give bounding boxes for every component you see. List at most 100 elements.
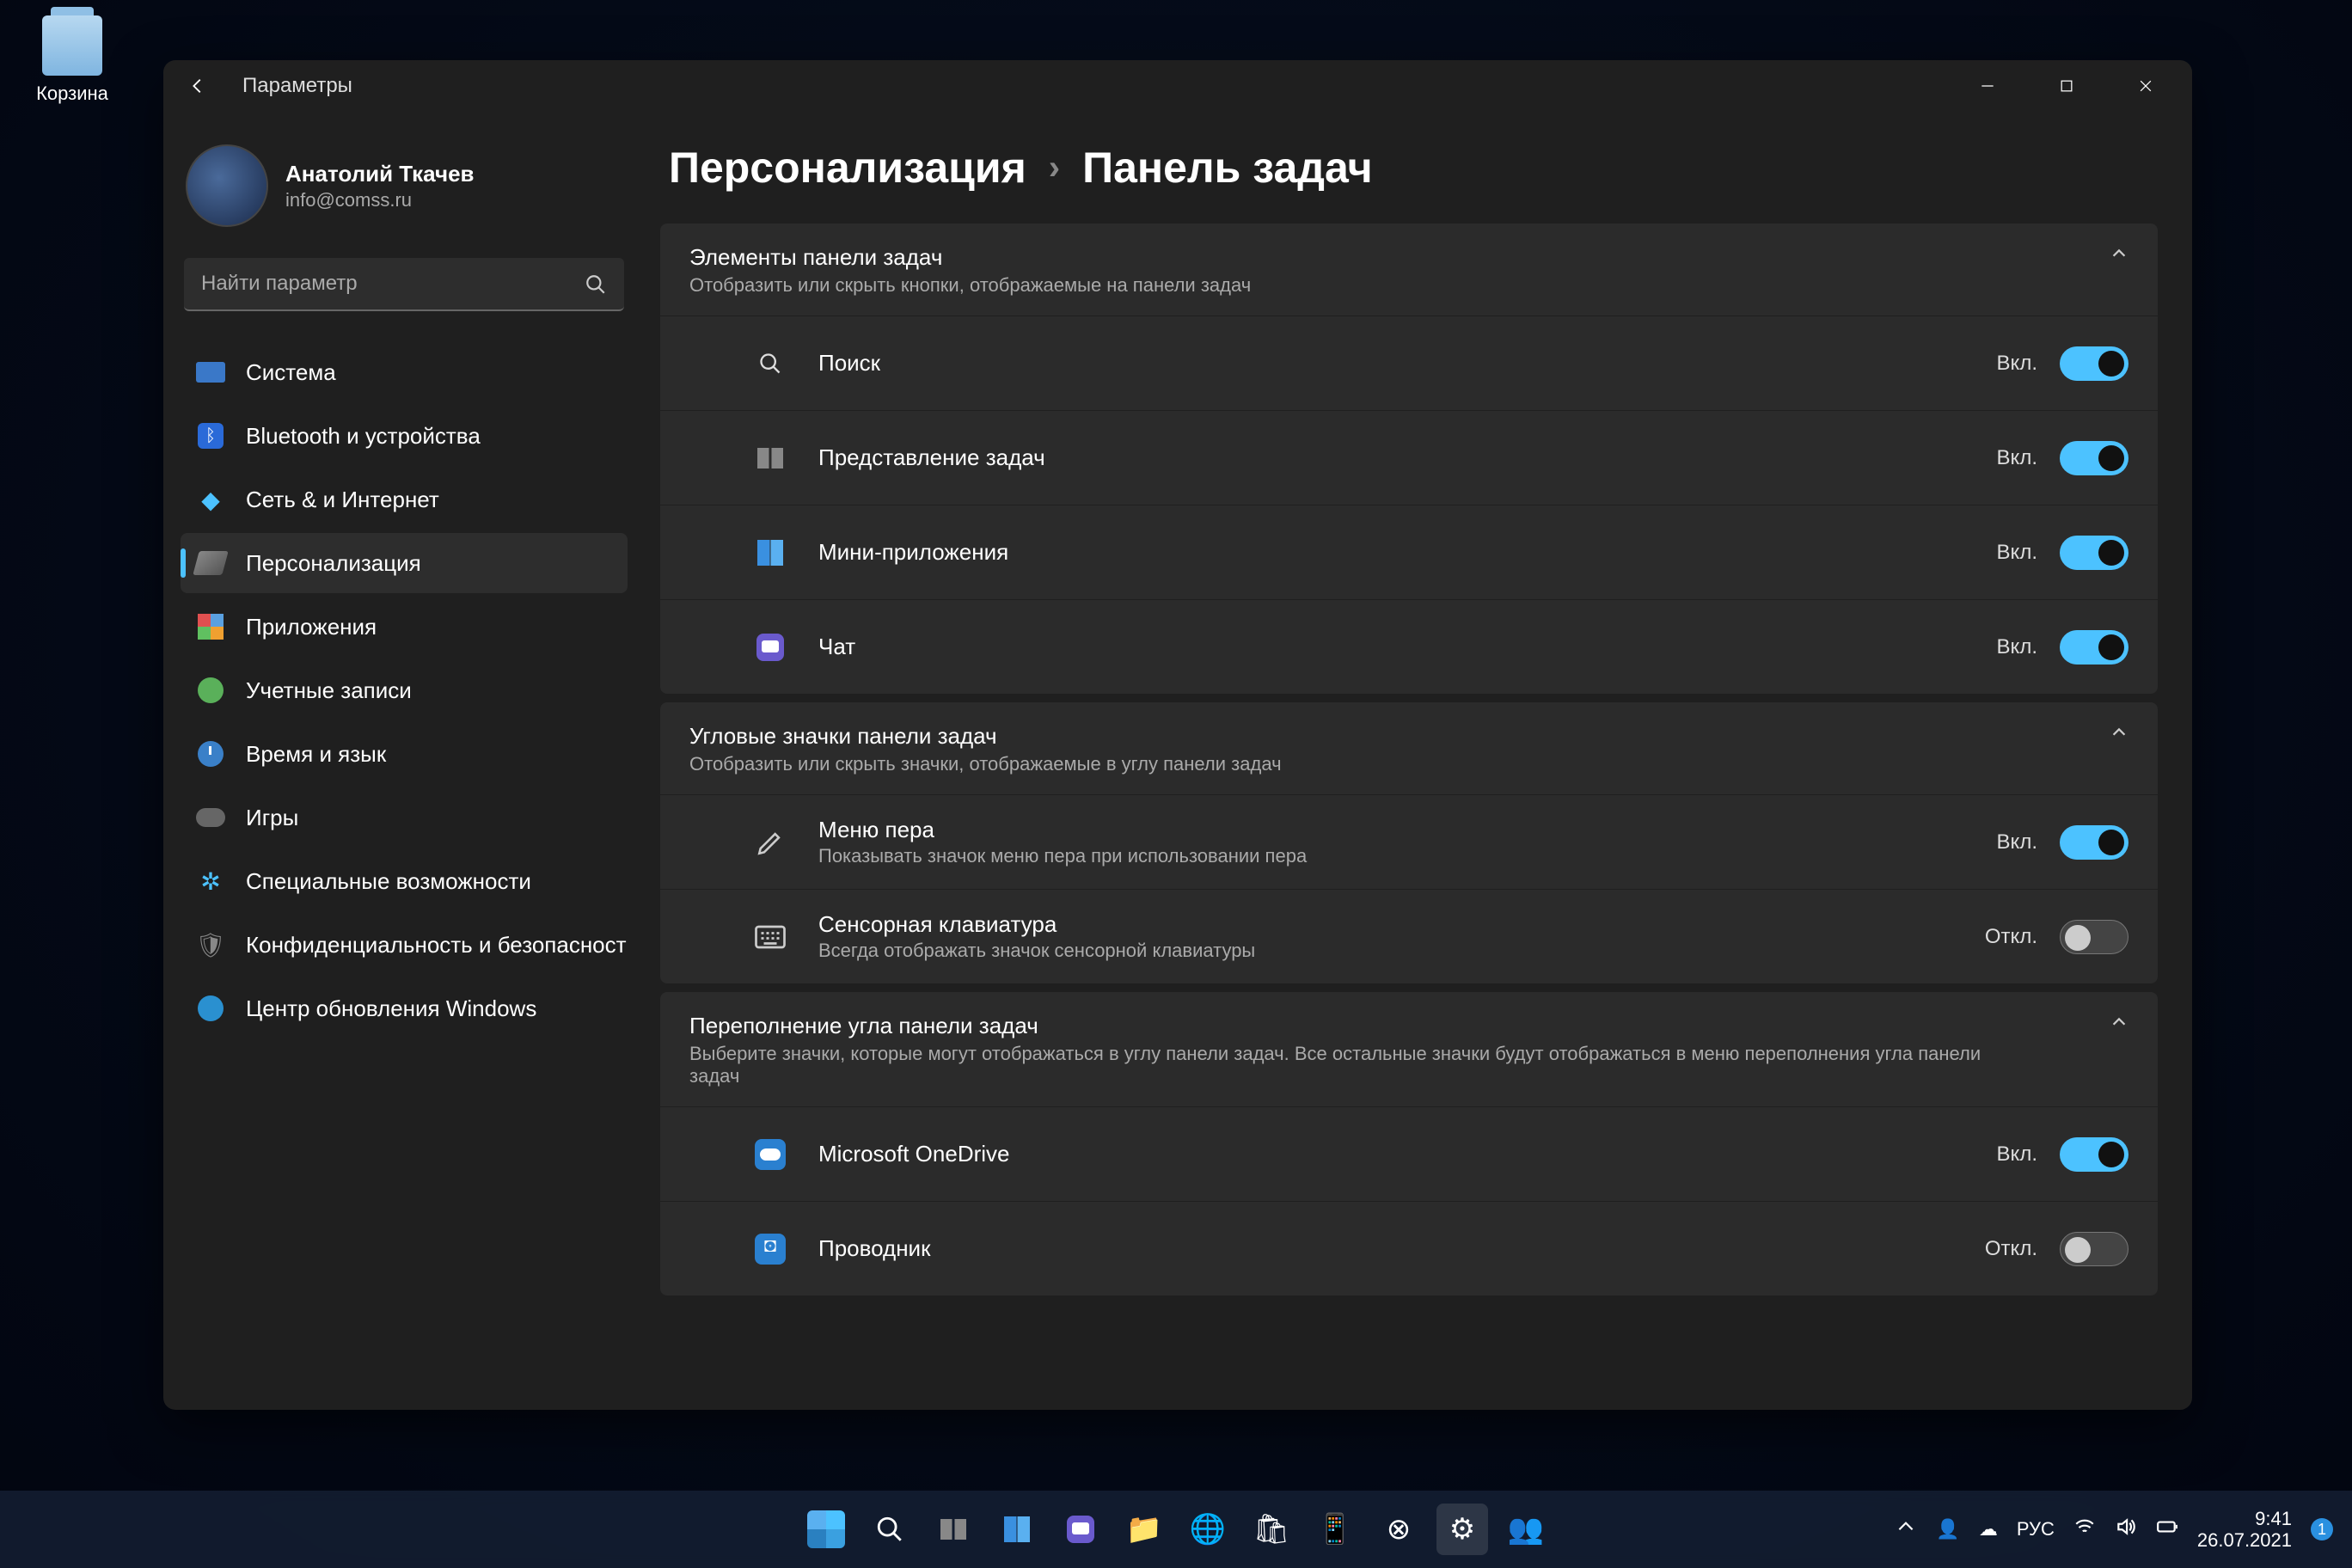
taskbar-center-icons: 📁 🌐 🛍 📱 ⊗ ⚙ 👥 bbox=[800, 1504, 1552, 1555]
display-icon bbox=[196, 362, 225, 383]
titlebar: Параметры bbox=[163, 60, 2192, 112]
toggle-state: Вкл. bbox=[1997, 541, 2037, 565]
panel-corner-icons: Угловые значки панели задач Отобразить и… bbox=[660, 702, 2158, 983]
taskbar-store[interactable]: 🛍 bbox=[1246, 1504, 1297, 1555]
close-button[interactable] bbox=[2106, 62, 2185, 110]
panel-corner-overflow: Переполнение угла панели задач Выберите … bbox=[660, 992, 2158, 1295]
toggle-chat[interactable] bbox=[2060, 630, 2128, 665]
taskbar-task-view[interactable] bbox=[928, 1504, 979, 1555]
tray-battery-icon[interactable] bbox=[2156, 1516, 2178, 1543]
nav-accessibility[interactable]: ✲Специальные возможности bbox=[181, 851, 628, 911]
tray-teams-icon[interactable]: 👤 bbox=[1936, 1518, 1959, 1540]
nav-gaming[interactable]: Игры bbox=[181, 787, 628, 848]
row-label: Microsoft OneDrive bbox=[818, 1141, 1997, 1167]
toggle-onedrive[interactable] bbox=[2060, 1137, 2128, 1172]
panel-subtitle: Выберите значки, которые могут отображат… bbox=[689, 1043, 1996, 1087]
nav-time-language[interactable]: Время и язык bbox=[181, 724, 628, 784]
clock-icon bbox=[198, 741, 224, 767]
toggle-touch-keyboard[interactable] bbox=[2060, 920, 2128, 954]
panel-header-taskbar-items[interactable]: Элементы панели задач Отобразить или скр… bbox=[660, 224, 2158, 315]
row-label: Представление задач bbox=[818, 444, 1997, 471]
desktop-recycle-bin[interactable]: Корзина bbox=[21, 15, 124, 105]
nav-network[interactable]: ◆Сеть & и Интернет bbox=[181, 469, 628, 530]
tray-clock[interactable]: 9:41 26.07.2021 bbox=[2197, 1508, 2292, 1552]
search-input[interactable] bbox=[184, 258, 624, 311]
toggle-pen-menu[interactable] bbox=[2060, 825, 2128, 860]
toggle-state: Откл. bbox=[1985, 925, 2037, 949]
toggle-state: Откл. bbox=[1985, 1237, 2037, 1261]
nav-bluetooth[interactable]: ᛒBluetooth и устройства bbox=[181, 406, 628, 466]
nav-privacy-security[interactable]: 🛡Конфиденциальность и безопасность bbox=[181, 915, 628, 975]
nav-windows-update[interactable]: Центр обновления Windows bbox=[181, 978, 628, 1038]
search-box bbox=[184, 258, 624, 311]
tray-volume-icon[interactable] bbox=[2115, 1516, 2137, 1543]
breadcrumb-current: Панель задач bbox=[1082, 143, 1372, 193]
tray-notification-badge[interactable]: 1 bbox=[2311, 1518, 2333, 1540]
row-label: Мини-приложения bbox=[818, 539, 1997, 566]
system-tray: 👤 ☁ РУС 9:41 26.07.2021 1 bbox=[1895, 1508, 2333, 1552]
toggle-state: Вкл. bbox=[1997, 830, 2037, 854]
toggle-search[interactable] bbox=[2060, 346, 2128, 381]
nav-label: Игры bbox=[246, 805, 298, 831]
breadcrumb: Персонализация › Панель задач bbox=[660, 143, 2158, 193]
panel-title: Угловые значки панели задач bbox=[689, 723, 2110, 750]
row-widgets: Мини-приложения Вкл. bbox=[660, 505, 2158, 599]
panel-header-corner-icons[interactable]: Угловые значки панели задач Отобразить и… bbox=[660, 702, 2158, 794]
brush-icon bbox=[193, 551, 229, 575]
tray-language[interactable]: РУС bbox=[2017, 1518, 2055, 1540]
minimize-button[interactable] bbox=[1948, 62, 2027, 110]
breadcrumb-parent[interactable]: Персонализация bbox=[669, 143, 1026, 193]
row-label: Поиск bbox=[818, 350, 1997, 377]
tray-onedrive-icon[interactable]: ☁ bbox=[1979, 1518, 1998, 1540]
nav-label: Сеть & и Интернет bbox=[246, 487, 439, 513]
nav-system[interactable]: Система bbox=[181, 342, 628, 402]
onedrive-icon bbox=[746, 1139, 794, 1170]
start-button[interactable] bbox=[800, 1504, 852, 1555]
row-search: Поиск Вкл. bbox=[660, 315, 2158, 410]
back-button[interactable] bbox=[181, 69, 215, 103]
toggle-widgets[interactable] bbox=[2060, 536, 2128, 570]
person-icon bbox=[198, 677, 224, 703]
toggle-state: Вкл. bbox=[1997, 352, 2037, 376]
taskbar-explorer[interactable]: 📁 bbox=[1118, 1504, 1170, 1555]
nav-accounts[interactable]: Учетные записи bbox=[181, 660, 628, 720]
nav: Система ᛒBluetooth и устройства ◆Сеть & … bbox=[181, 342, 628, 1038]
taskbar-teams[interactable]: 👥 bbox=[1500, 1504, 1552, 1555]
row-label: Меню пера bbox=[818, 817, 1997, 843]
update-icon bbox=[198, 995, 224, 1021]
nav-label: Система bbox=[246, 359, 336, 386]
tray-chevron-up-icon[interactable] bbox=[1895, 1516, 1917, 1543]
taskbar-search[interactable] bbox=[864, 1504, 916, 1555]
taskbar-edge[interactable]: 🌐 bbox=[1182, 1504, 1234, 1555]
tray-wifi-icon[interactable] bbox=[2073, 1516, 2096, 1543]
nav-label: Учетные записи bbox=[246, 677, 412, 704]
row-pen-menu: Меню пера Показывать значок меню пера пр… bbox=[660, 794, 2158, 889]
chevron-up-icon bbox=[2110, 723, 2128, 746]
taskbar-settings[interactable]: ⚙ bbox=[1436, 1504, 1488, 1555]
nav-apps[interactable]: Приложения bbox=[181, 597, 628, 657]
profile-block[interactable]: Анатолий Ткачев info@comss.ru bbox=[181, 138, 628, 253]
content: Персонализация › Панель задач Элементы п… bbox=[645, 112, 2192, 1410]
window-title: Параметры bbox=[242, 74, 352, 98]
task-view-icon bbox=[746, 448, 794, 469]
nav-personalization[interactable]: Персонализация bbox=[181, 533, 628, 593]
maximize-button[interactable] bbox=[2027, 62, 2106, 110]
windows-icon bbox=[807, 1510, 845, 1548]
pen-icon bbox=[746, 828, 794, 857]
taskbar-xbox[interactable]: ⊗ bbox=[1373, 1504, 1424, 1555]
row-sublabel: Показывать значок меню пера при использо… bbox=[818, 845, 1997, 867]
taskbar-chat[interactable] bbox=[1055, 1504, 1106, 1555]
taskbar-widgets[interactable] bbox=[991, 1504, 1043, 1555]
profile-email: info@comss.ru bbox=[285, 189, 475, 211]
row-onedrive: Microsoft OneDrive Вкл. bbox=[660, 1106, 2158, 1201]
recycle-bin-label: Корзина bbox=[21, 83, 124, 105]
panel-header-corner-overflow[interactable]: Переполнение угла панели задач Выберите … bbox=[660, 992, 2158, 1106]
toggle-task-view[interactable] bbox=[2060, 441, 2128, 475]
row-label: Сенсорная клавиатура bbox=[818, 911, 1985, 938]
toggle-explorer[interactable] bbox=[2060, 1232, 2128, 1266]
taskbar-phone[interactable]: 📱 bbox=[1309, 1504, 1361, 1555]
shield-icon: 🛡 bbox=[196, 930, 225, 959]
bluetooth-icon: ᛒ bbox=[198, 423, 224, 449]
gamepad-icon bbox=[196, 808, 225, 827]
sidebar: Анатолий Ткачев info@comss.ru Система ᛒB… bbox=[163, 112, 645, 1410]
